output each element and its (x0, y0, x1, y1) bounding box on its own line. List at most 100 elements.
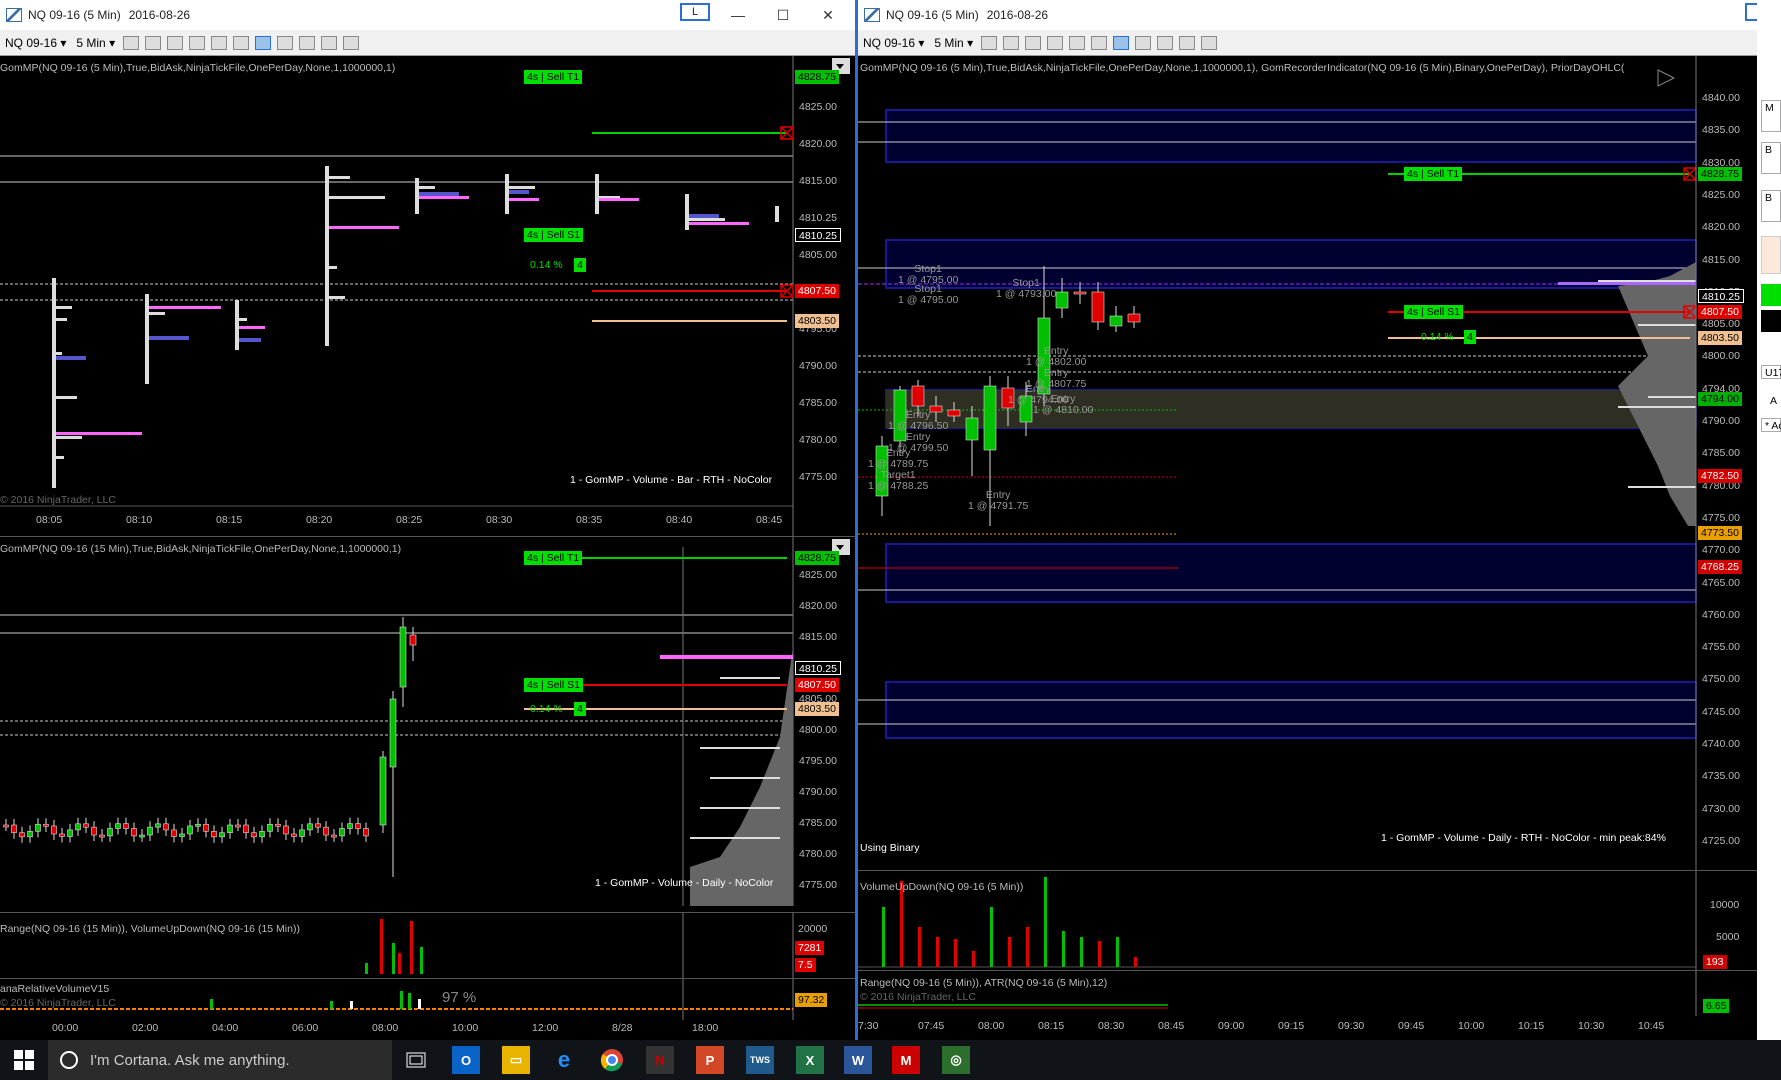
excel-icon[interactable]: X (796, 1046, 824, 1074)
properties-icon[interactable] (299, 35, 316, 50)
file-explorer-icon[interactable]: ▭ (502, 1046, 530, 1074)
tws-icon[interactable]: TWS (746, 1046, 774, 1074)
candle-body (83, 823, 89, 828)
ninjatrader-icon[interactable]: N (646, 1046, 674, 1074)
left-bottom-price-axis[interactable]: 4825.004820.004815.004810.254805.004800.… (795, 537, 855, 906)
candle-body (267, 823, 273, 832)
left-range-panel[interactable]: Range(NQ 09-16 (15 Min)), VolumeUpDown(N… (0, 912, 855, 978)
price-tick-label: 4760.00 (1702, 608, 1740, 621)
left-top-footer: 1 - GomMP - Volume - Bar - RTH - NoColor (570, 474, 773, 486)
chart-trader-icon[interactable] (1113, 35, 1130, 50)
left-interval-select[interactable]: 5 Min ▾ (71, 36, 120, 50)
close-icon[interactable]: ✕ (805, 0, 851, 30)
right-using-binary: Using Binary (860, 842, 920, 854)
add-indicator-icon[interactable] (167, 35, 184, 50)
draw-tool-icon[interactable] (1003, 35, 1020, 50)
right-volume-panel[interactable]: VolumeUpDown(NQ 09-16 (5 Min)) 10000 500… (858, 870, 1757, 970)
price-tick-label: 4820.00 (799, 600, 837, 612)
app-m-icon[interactable]: M (892, 1046, 920, 1074)
chart-style-icon[interactable] (981, 35, 998, 50)
left-bottom-candles (3, 617, 417, 877)
right-range-value: 6.65 (1703, 999, 1730, 1013)
price-tick-label: 4750.00 (1702, 673, 1740, 686)
right-title-bar[interactable]: NQ 09-16 (5 Min) 2016-08-26 L (858, 0, 1757, 30)
price-tick-label: 4790.00 (1702, 415, 1740, 427)
time-tick-label: 08:45 (756, 514, 783, 526)
left-link-button[interactable]: L (680, 3, 710, 21)
side-btn-m[interactable]: M (1761, 100, 1781, 132)
left-bottom-chart-panel[interactable]: GomMP(NQ 09-16 (15 Min),True,BidAsk,Ninj… (0, 536, 855, 906)
left-bottom-time-axis[interactable]: 00:00 02:00 04:00 06:00 08:00 10:00 12:00 8/28 1… (0, 1020, 793, 1040)
right-instrument-select[interactable]: NQ 09-16 ▾ (858, 36, 929, 50)
right-link-button[interactable]: L (1745, 3, 1757, 21)
bottom-badge-sell-t1: 4828.75 (795, 551, 839, 565)
outlook-icon[interactable]: O (452, 1046, 480, 1074)
left-rv-indicator-label: anaRelativeVolumeV15 (0, 983, 110, 995)
candle-body (155, 823, 161, 828)
minimize-icon[interactable]: — (715, 0, 761, 30)
time-tick-label: 08:30 (1098, 1020, 1125, 1032)
chrome-icon[interactable] (598, 1046, 626, 1074)
left-rv-panel[interactable]: anaRelativeVolumeV15 © 2016 NinjaTrader,… (0, 978, 855, 1020)
task-view-icon[interactable] (402, 1046, 430, 1074)
annotation-detail: 1 @ 4788.25 (868, 480, 929, 492)
app-green-icon[interactable]: ◎ (942, 1046, 970, 1074)
left-title-bar[interactable]: NQ 09-16 (5 Min) 2016-08-26 L — ☐ ✕ (0, 0, 855, 30)
layout-icon[interactable] (1201, 35, 1218, 50)
chart-style-icon[interactable] (123, 35, 140, 50)
side-account-select[interactable]: U17 (1761, 365, 1781, 379)
cursor-icon[interactable] (211, 35, 228, 50)
maximize-icon[interactable]: ☐ (760, 0, 806, 30)
last-price-badge: 4810.25 (795, 228, 841, 242)
edge-icon[interactable]: e (550, 1046, 578, 1074)
strategy-icon[interactable] (189, 35, 206, 50)
properties-icon[interactable] (1157, 35, 1174, 50)
right-main-chart-panel[interactable]: GomMP(NQ 09-16 (5 Min),True,BidAsk,Ninja… (858, 56, 1757, 870)
side-btn-b2[interactable]: B (1761, 190, 1781, 222)
cursor-icon[interactable] (1069, 35, 1086, 50)
volume-bar (882, 907, 885, 967)
right-interval-select[interactable]: 5 Min ▾ (929, 36, 978, 50)
badge-pct-price: 4803.50 (795, 314, 839, 328)
left-instrument-select[interactable]: NQ 09-16 ▾ (0, 36, 71, 50)
data-box-icon[interactable] (1135, 35, 1152, 50)
left-chart-window: NQ 09-16 (5 Min) 2016-08-26 L — ☐ ✕ NQ 0… (0, 0, 855, 1040)
powerpoint-icon[interactable]: P (696, 1046, 724, 1074)
right-range-panel[interactable]: Range(NQ 09-16 (5 Min)), ATR(NQ 09-16 (5… (858, 970, 1757, 1016)
start-button[interactable] (14, 1050, 34, 1070)
layout-icon[interactable] (343, 35, 360, 50)
right-time-axis[interactable]: 7:30 07:45 08:00 08:15 08:30 08:45 09:00 09:15 0… (858, 1018, 1696, 1038)
bottom-badge-sell-s1: 4807.50 (795, 678, 839, 692)
left-bottom-indicator-label: GomMP(NQ 09-16 (15 Min),True,BidAsk,Ninj… (0, 543, 402, 555)
annotation-detail: 1 @ 4791.75 (968, 500, 1029, 512)
zoom-icon[interactable] (233, 35, 250, 50)
left-range-value2: 7.5 (795, 958, 816, 972)
print-icon[interactable] (1179, 35, 1196, 50)
left-top-chart-panel[interactable]: GomMP(NQ 09-16 (5 Min),True,BidAsk,Ninja… (0, 56, 855, 536)
draw-tool-icon[interactable] (145, 35, 162, 50)
left-top-time-axis[interactable]: 08:05 08:10 08:15 08:20 08:25 08:30 08:35 08:40… (0, 512, 793, 532)
volume-bar (954, 939, 957, 967)
cortana-search-box[interactable]: I'm Cortana. Ask me anything. (48, 1040, 392, 1080)
windows-logo-icon (14, 1050, 34, 1070)
word-icon[interactable]: W (844, 1046, 872, 1074)
strategy-icon[interactable] (1047, 35, 1064, 50)
bottom-level-sell-s1: 4s | Sell S1 (524, 678, 583, 692)
right-window-title: NQ 09-16 (5 Min) (886, 8, 979, 22)
add-indicator-icon[interactable] (1025, 35, 1042, 50)
trade-annotation: Entry 1 @ 4802.00 (1026, 346, 1086, 368)
side-input-box[interactable] (1761, 236, 1781, 274)
trade-annotation: Entry 1 @ 4810.00 (1033, 394, 1093, 416)
data-box-icon[interactable] (277, 35, 294, 50)
left-top-indicator-label: GomMP(NQ 09-16 (5 Min),True,BidAsk,Ninja… (0, 62, 396, 74)
print-icon[interactable] (321, 35, 338, 50)
side-atm-select[interactable]: * Ac (1761, 418, 1781, 432)
zoom-icon[interactable] (1091, 35, 1108, 50)
time-tick-label: 12:00 (532, 1022, 559, 1034)
candle-body (347, 823, 353, 829)
level-pct-label: 0.14 % (530, 259, 563, 271)
side-btn-b1[interactable]: B (1761, 142, 1781, 174)
chart-trader-icon[interactable] (255, 35, 272, 50)
candle-body (1073, 291, 1087, 295)
price-tick-label: 4815.00 (799, 631, 837, 643)
